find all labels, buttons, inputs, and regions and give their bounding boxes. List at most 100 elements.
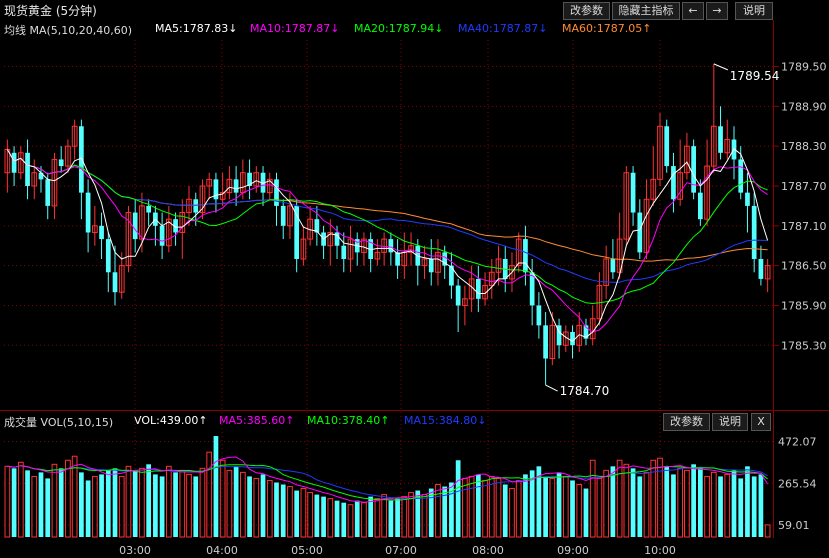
volume-bar <box>146 464 152 537</box>
volume-bar <box>31 475 38 538</box>
volume-bar <box>153 474 158 537</box>
volume-bar <box>395 498 400 537</box>
volume-bar <box>455 460 461 537</box>
volume-bar <box>570 480 575 537</box>
volume-bar <box>314 494 320 537</box>
volume-bar <box>239 471 246 538</box>
price-tick-label: 1787.10 <box>781 220 827 233</box>
volume-bar <box>253 477 260 538</box>
time-tick-label: 10:00 <box>644 544 676 557</box>
volume-bar <box>139 467 145 538</box>
candle-body <box>698 192 703 220</box>
low-annotation: 1784.70 <box>560 384 610 398</box>
volume-bar <box>664 466 670 537</box>
candle-body <box>630 172 636 213</box>
volume-bar <box>226 469 233 538</box>
candle-body <box>341 245 347 259</box>
candle-body <box>45 179 51 206</box>
volume-bar <box>549 477 556 538</box>
volume-bar <box>25 470 30 537</box>
candle-body <box>112 272 118 293</box>
time-tick-label: 05:00 <box>291 544 323 557</box>
volume-bar <box>643 471 650 538</box>
candle-body <box>455 285 461 306</box>
candle-body <box>570 332 575 346</box>
volume-bar <box>684 469 690 538</box>
volume-bar <box>381 494 387 538</box>
candle-body <box>25 152 30 186</box>
candle-body <box>475 278 481 299</box>
volume-bar <box>307 492 313 538</box>
volume-bar <box>745 466 750 537</box>
volume-bar <box>758 474 764 537</box>
volume-bar <box>17 461 24 538</box>
volume-bar <box>347 504 354 538</box>
volume-bar <box>266 479 273 538</box>
volume-bar <box>698 468 703 537</box>
volume-bar <box>300 488 307 538</box>
volume-bar <box>341 502 347 537</box>
volume-bar <box>213 436 219 537</box>
volume-bar <box>475 474 481 537</box>
volume-bar <box>442 486 448 537</box>
candle-body <box>105 239 111 273</box>
volume-bar <box>165 465 172 538</box>
candle-body <box>751 205 757 259</box>
volume-bar <box>354 500 360 537</box>
volume-bar <box>193 476 199 537</box>
candle-body <box>691 146 696 193</box>
volume-bar <box>58 468 64 537</box>
candle-body <box>664 126 670 167</box>
vol-ma10-line <box>7 464 768 501</box>
candle-body <box>85 192 91 233</box>
volume-bar <box>562 475 569 538</box>
candle-body <box>132 212 138 240</box>
vol-ma5-line <box>7 456 769 503</box>
volume-bar <box>502 484 508 537</box>
volume-bar <box>738 478 744 537</box>
volume-bar <box>11 468 17 537</box>
candle-body <box>745 192 750 206</box>
volume-bar <box>321 496 326 537</box>
volume-bar <box>280 484 286 537</box>
low-annotation-leader <box>545 384 558 392</box>
volume-bar <box>488 475 495 538</box>
volume-bar <box>523 474 528 537</box>
volume-bar <box>657 457 663 538</box>
volume-tick-label: 265.54 <box>778 477 817 490</box>
volume-bar <box>327 498 334 538</box>
volume-bar <box>38 472 44 537</box>
volume-bar <box>751 476 757 537</box>
volume-bar <box>482 479 488 538</box>
volume-bar <box>764 524 771 538</box>
volume-bar <box>199 467 206 538</box>
candle-body <box>79 126 84 193</box>
candle-body <box>294 205 300 259</box>
volume-bar <box>91 475 98 538</box>
volume-bar <box>401 496 408 538</box>
volume-bar <box>112 468 118 537</box>
candle-body <box>388 239 394 253</box>
volume-bar <box>637 476 643 537</box>
volume-bar <box>421 494 428 538</box>
candle-body <box>146 205 152 213</box>
candle-body <box>233 179 239 193</box>
volume-bar <box>388 500 394 537</box>
volume-bar <box>45 478 51 537</box>
price-tick-label: 1787.70 <box>781 180 827 193</box>
volume-bar <box>468 475 475 538</box>
volume-bar <box>509 488 515 538</box>
volume-bar <box>99 474 104 537</box>
volume-bar <box>610 466 616 537</box>
volume-bar <box>274 482 279 537</box>
volume-bar <box>179 469 186 538</box>
high-annotation: 1789.54 <box>730 69 780 83</box>
volume-bar <box>51 463 58 538</box>
volume-bar <box>260 474 266 537</box>
volume-bar <box>79 472 84 537</box>
volume-bar <box>247 476 252 537</box>
candle-body <box>11 152 17 173</box>
volume-bar <box>583 488 589 537</box>
candle-body <box>395 252 400 266</box>
candle-body <box>428 259 434 273</box>
